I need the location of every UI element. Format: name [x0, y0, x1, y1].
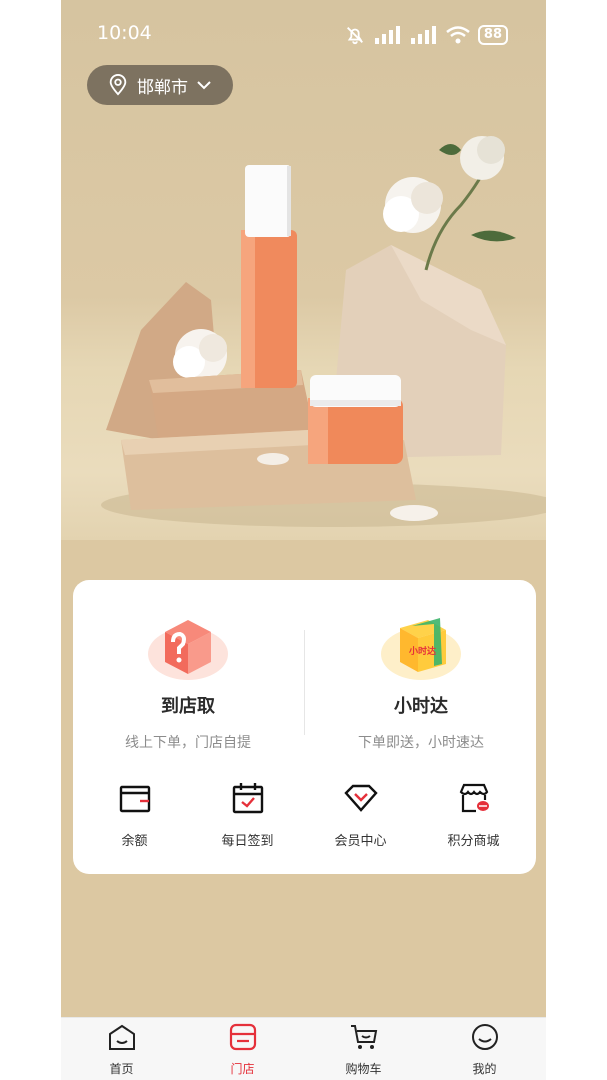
location-city: 邯郸市 [137, 77, 188, 98]
quick-points-mall[interactable]: 积分商城 [416, 780, 531, 849]
hourly-title: 小时达 [394, 696, 448, 717]
store-icon [229, 1023, 256, 1051]
tab-store-label: 门店 [230, 1062, 255, 1076]
wifi-icon [446, 26, 470, 44]
chevron-down-icon [197, 81, 211, 90]
home-icon [108, 1024, 135, 1050]
bottom-tab-bar: 首页 门店 购物车 我的 [61, 1017, 546, 1080]
calendar-check-icon [232, 783, 263, 814]
status-time: 10:04 [97, 22, 152, 44]
signal-icon-2 [410, 26, 436, 44]
quick-checkin-label: 每日签到 [221, 834, 274, 849]
tab-home-label: 首页 [109, 1062, 134, 1076]
mute-bell-icon [346, 27, 363, 45]
service-card: 到店取 线上下单，门店自提 小时达 小时达 下单即送，小时速达 余额 每日签到 … [73, 580, 536, 874]
tab-cart[interactable]: 购物车 [303, 1022, 424, 1077]
pickup-title: 到店取 [161, 696, 215, 717]
quick-balance[interactable]: 余额 [77, 780, 192, 849]
quick-points-label: 积分商城 [447, 834, 500, 849]
quick-member-center[interactable]: 会员中心 [303, 780, 418, 849]
service-hourly-delivery[interactable]: 小时达 小时达 下单即送，小时速达 [306, 604, 536, 752]
quick-member-label: 会员中心 [334, 834, 387, 849]
tab-store[interactable]: 门店 [182, 1022, 303, 1077]
store-coin-icon [459, 783, 489, 813]
tab-mine[interactable]: 我的 [424, 1022, 545, 1077]
tab-mine-label: 我的 [472, 1062, 497, 1076]
cart-icon [350, 1025, 377, 1049]
quick-balance-label: 余额 [121, 834, 148, 849]
tab-home[interactable]: 首页 [61, 1022, 182, 1077]
quick-daily-checkin[interactable]: 每日签到 [190, 780, 305, 849]
battery-indicator: 88 [477, 25, 508, 45]
service-divider [304, 630, 305, 735]
hero-banner-image[interactable]: 10:04 88 邯郸市 [61, 0, 546, 540]
smile-icon [471, 1024, 498, 1050]
location-selector[interactable]: 邯郸市 [87, 65, 233, 105]
diamond-icon [343, 784, 378, 812]
hourly-delivery-box-icon: 小时达 [376, 604, 466, 684]
pickup-box-icon [143, 604, 233, 684]
wallet-icon [119, 785, 150, 813]
location-pin-icon [109, 74, 127, 96]
phone-screen: 10:04 88 邯郸市 到店取 线上下单，门店自提 小时达 小时达 下单即送，… [61, 0, 546, 1080]
signal-icon [374, 26, 400, 44]
tab-cart-label: 购物车 [345, 1062, 382, 1076]
service-pickup[interactable]: 到店取 线上下单，门店自提 [73, 604, 303, 752]
status-bar: 10:04 88 [61, 0, 546, 66]
hourly-desc: 下单即送，小时速达 [358, 735, 484, 751]
pickup-desc: 线上下单，门店自提 [125, 735, 251, 751]
hourly-badge-text: 小时达 [408, 645, 436, 657]
